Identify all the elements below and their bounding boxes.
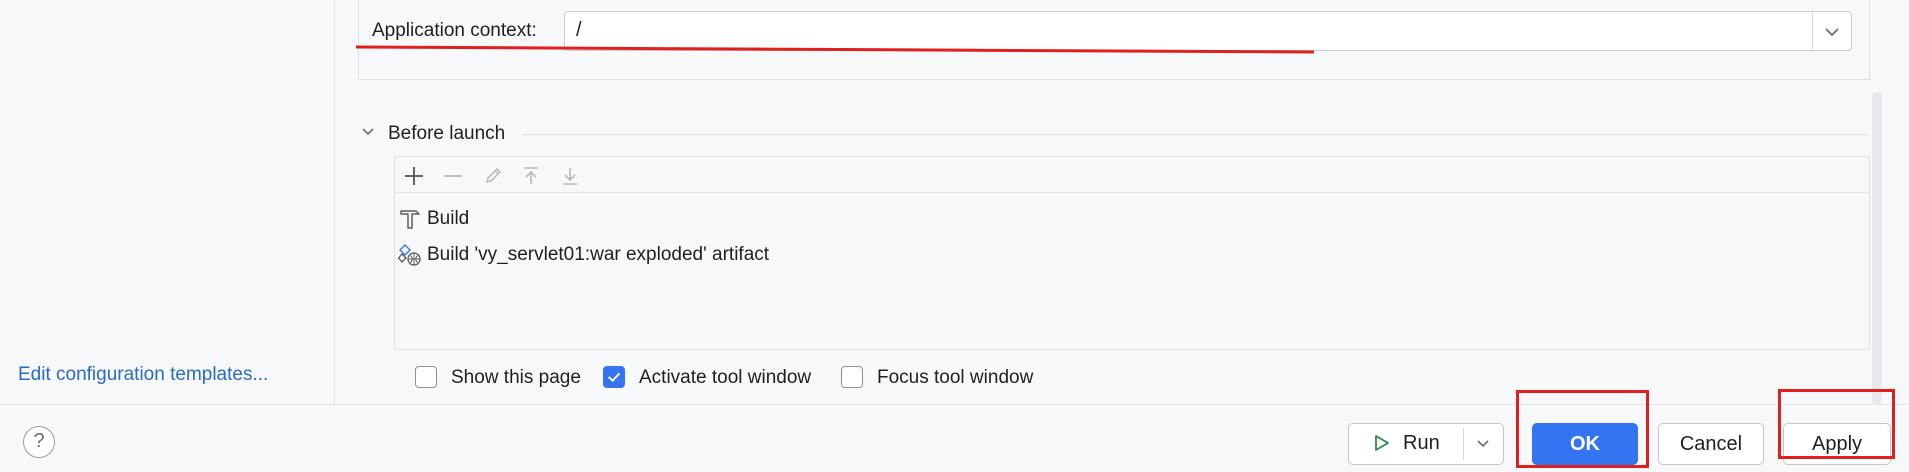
- focus-tool-window-label: Focus tool window: [877, 367, 1034, 388]
- help-button[interactable]: ?: [23, 426, 55, 458]
- task-label: Build 'vy_servlet01:war exploded' artifa…: [427, 244, 770, 265]
- play-icon[interactable]: [1372, 433, 1392, 453]
- remove-icon[interactable]: [440, 163, 466, 189]
- left-panel: [0, 0, 335, 404]
- before-launch-title[interactable]: Before launch: [388, 123, 505, 145]
- move-down-icon[interactable]: [557, 163, 583, 189]
- show-this-page-label: Show this page: [451, 367, 581, 388]
- red-annotation-box-apply: [1778, 389, 1895, 459]
- red-annotation-underline: [356, 45, 1314, 54]
- toolbar-separator: [395, 192, 1869, 193]
- focus-tool-window-checkbox[interactable]: [841, 366, 863, 388]
- chevron-down-icon[interactable]: [1473, 433, 1493, 453]
- move-up-icon[interactable]: [518, 163, 544, 189]
- vertical-scrollbar[interactable]: [1872, 92, 1882, 404]
- add-icon[interactable]: [401, 163, 427, 189]
- show-this-page-checkbox[interactable]: [415, 366, 437, 388]
- checkmark-icon: [607, 372, 621, 382]
- combobox-divider: [1812, 12, 1813, 50]
- application-context-label: Application context:: [372, 20, 537, 41]
- hammer-icon: [400, 210, 420, 229]
- artifact-icon: [398, 244, 421, 266]
- cancel-button[interactable]: Cancel: [1658, 423, 1764, 465]
- activate-tool-window-label: Activate tool window: [639, 367, 812, 388]
- red-annotation-box-ok: [1516, 390, 1649, 468]
- activate-tool-window-checkbox[interactable]: [603, 366, 625, 388]
- edit-configuration-templates-link[interactable]: Edit configuration templates...: [18, 364, 268, 386]
- section-divider: [523, 134, 1868, 135]
- task-label: Build: [427, 208, 470, 229]
- collapse-chevron-icon[interactable]: [361, 125, 375, 139]
- chevron-down-icon[interactable]: [1820, 20, 1844, 44]
- run-label[interactable]: Run: [1403, 432, 1440, 455]
- edit-icon[interactable]: [480, 163, 506, 189]
- run-split-divider: [1463, 428, 1464, 460]
- application-context-value[interactable]: /: [576, 19, 582, 42]
